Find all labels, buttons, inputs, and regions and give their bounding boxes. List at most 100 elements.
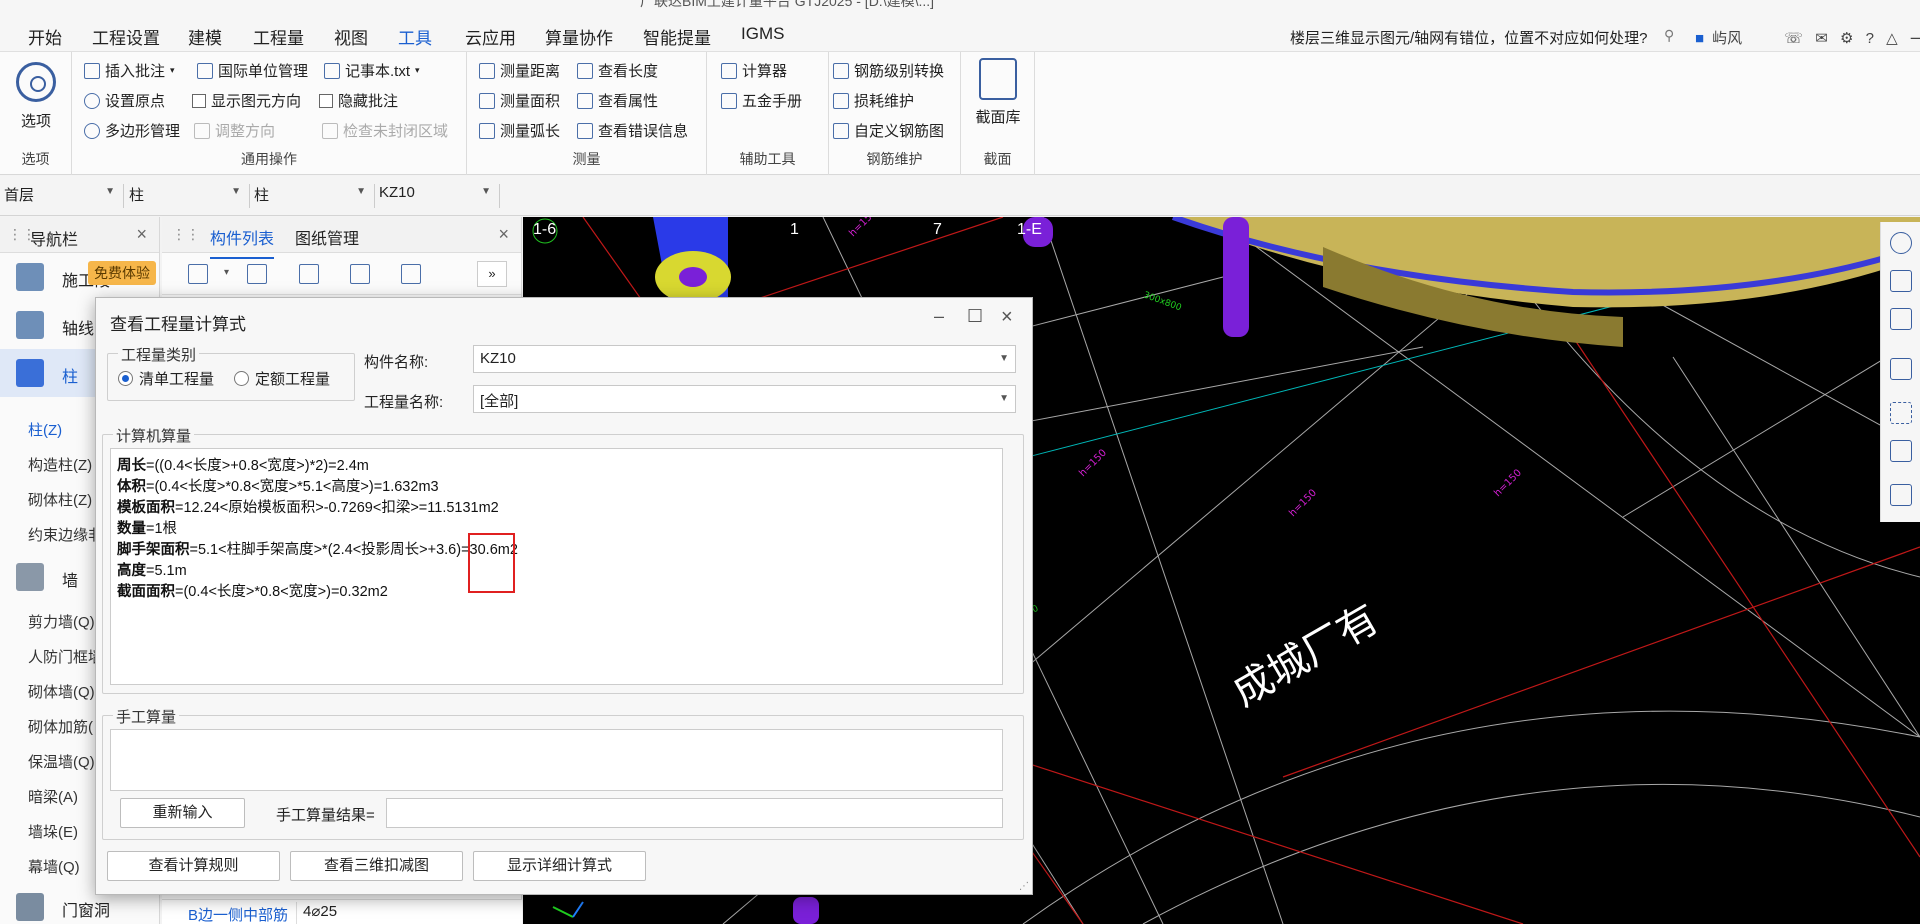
component-name-select[interactable]: KZ10 ▼ [473,345,1016,373]
radio-list-qty[interactable]: 清单工程量 [118,368,214,389]
filter-icon[interactable] [1890,484,1912,506]
view-3d-deduction-button[interactable]: 查看三维扣减图 [290,851,463,881]
type-select-2-value: 柱 [254,187,270,204]
menu-igms[interactable]: IGMS [741,24,784,44]
tab-drawing-management[interactable]: 图纸管理 [295,225,359,249]
drag-handle-icon[interactable]: ⋮⋮ [172,226,200,243]
more-tools-button[interactable]: » [477,261,507,287]
free-trial-badge[interactable]: 免费体验 [88,261,156,285]
help-search-input[interactable]: 楼层三维显示图元/轴网有错位，位置不对应如何处理? ⚲ [1290,27,1690,51]
calculator-button[interactable]: 计算器 [721,60,787,81]
delete-icon[interactable] [299,264,319,284]
nav-item-wall-pier[interactable]: 墙垛(E) [28,821,78,842]
view-length-button[interactable]: 查看长度 [577,60,658,81]
shirt-icon[interactable]: △ [1886,30,1898,47]
chat-icon[interactable]: ✉ [1815,30,1828,47]
cube-view-icon[interactable] [1890,358,1912,380]
nav-item-insulation-wall[interactable]: 保温墙(Q) [28,751,95,772]
close-icon[interactable]: × [498,224,509,245]
menu-cloud[interactable]: 云应用 [465,24,516,49]
menu-tools[interactable]: 工具 [398,24,432,57]
close-icon[interactable]: × [136,224,147,245]
measure-area-button[interactable]: 测量面积 [479,90,560,111]
3d-view-icon[interactable] [1890,308,1912,330]
view-length-label: 查看长度 [598,63,659,80]
menu-view[interactable]: 视图 [334,24,368,49]
adjust-direction-button[interactable]: 调整方向 [194,120,275,141]
polygon-manager-button[interactable]: 多边形管理 [84,120,180,141]
settings-icon[interactable]: ⚙ [1840,30,1853,47]
duplicate-icon[interactable] [350,264,370,284]
manual-calc-input[interactable] [110,729,1003,791]
rebar-grade-convert-button[interactable]: 钢筋级别转换 [833,60,944,81]
hide-note-checkbox[interactable]: 隐藏批注 [319,90,398,111]
user-avatar-icon[interactable]: ■ [1695,30,1704,47]
options-button[interactable]: 选项 [8,62,64,131]
menu-start[interactable]: 开始 [28,24,62,49]
floor-select[interactable]: 首层 ▼ [0,184,124,208]
set-origin-button[interactable]: 设置原点 [84,90,165,111]
nav-item-constructional-column[interactable]: 构造柱(Z) [28,454,92,475]
menu-collab[interactable]: 算量协作 [545,24,613,49]
nav-item-masonry-reinforcement[interactable]: 砌体加筋( [28,716,93,737]
nav-item-masonry-wall[interactable]: 砌体墙(Q) [28,681,95,702]
type-select-1[interactable]: 柱 ▼ [125,184,250,208]
headset-icon[interactable]: ☏ [1784,30,1803,47]
component-select[interactable]: KZ10 ▼ [375,184,500,208]
measure-arc-button[interactable]: 测量弧长 [479,120,560,141]
resize-grip-icon[interactable]: ⋰ [1019,881,1029,892]
qty-name-select[interactable]: [全部] ▼ [473,385,1016,413]
nav-item-constraint-edge[interactable]: 约束边缘非 [28,524,103,545]
intl-units-button[interactable]: 国际单位管理 [197,60,308,81]
show-direction-checkbox[interactable]: 显示图元方向 [192,90,301,111]
menu-quantity[interactable]: 工程量 [253,24,304,49]
reinput-button[interactable]: 重新输入 [120,798,245,828]
nav-item-civil-defense-door-wall[interactable]: 人防门框墙 [28,646,103,667]
maximize-icon[interactable]: ☐ [967,306,983,327]
nav-item-column-z[interactable]: 柱(Z) [28,419,62,440]
ribbon-group-measure: 测量距离 查看长度 测量面积 查看属性 测量弧长 查看错误信息 测量 [467,52,707,175]
copy-icon[interactable] [247,264,267,284]
check-unclosed-button[interactable]: 检查未封闭区域 [322,120,448,141]
chevron-down-icon[interactable]: ▾ [224,267,229,278]
layer-copy-icon[interactable] [401,264,421,284]
custom-rebar-button[interactable]: 自定义钢筋图 [833,120,944,141]
section-library-button[interactable]: 截面库 [969,58,1027,127]
loss-maintenance-button[interactable]: 损耗维护 [833,90,914,111]
orbit-icon[interactable] [1890,232,1912,254]
view-calc-rules-button[interactable]: 查看计算规则 [107,851,280,881]
box-select-icon[interactable] [1890,440,1912,462]
nav-item-curtain-wall[interactable]: 幕墙(Q) [28,856,80,877]
menu-modeling[interactable]: 建模 [188,24,222,49]
property-row[interactable]: B边一侧中部筋 4⌀25 [162,899,522,924]
view-properties-button[interactable]: 查看属性 [577,90,658,111]
nav-item-shear-wall[interactable]: 剪力墙(Q) [28,611,95,632]
search-icon[interactable]: ⚲ [1664,27,1674,44]
user-name[interactable]: 屿风 [1712,30,1742,47]
minimize-icon[interactable]: – [934,306,944,327]
view-errors-button[interactable]: 查看错误信息 [577,120,688,141]
measure-distance-button[interactable]: 测量距离 [479,60,560,81]
notepad-button[interactable]: 记事本.txt ▾ [324,60,420,81]
menu-smart-extract[interactable]: 智能提量 [643,24,711,49]
menu-project-settings[interactable]: 工程设置 [92,24,160,49]
computer-calc-text[interactable]: 周长=((0.4<长度>+0.8<宽度>)*2)=2.4m 体积=(0.4<长度… [110,448,1003,685]
2d-view-icon[interactable] [1890,270,1912,292]
manual-result-field[interactable] [386,798,1003,828]
new-component-icon[interactable] [188,264,208,284]
radio-quota-qty[interactable]: 定额工程量 [234,368,330,389]
tab-component-list[interactable]: 构件列表 [210,225,275,259]
nav-item-masonry-column[interactable]: 砌体柱(Z) [28,489,92,510]
help-icon[interactable]: ? [1866,30,1874,47]
pin-icon[interactable]: ⟶ [1910,30,1920,47]
close-icon[interactable]: × [1001,306,1013,329]
show-detail-formula-button[interactable]: 显示详细计算式 [473,851,646,881]
insert-note-button[interactable]: 插入批注 ▾ [84,60,175,81]
type-select-2[interactable]: 柱 ▼ [250,184,375,208]
property-value[interactable]: 4⌀25 [296,902,337,924]
nav-item-hidden-beam[interactable]: 暗梁(A) [28,786,78,807]
fullscreen-icon[interactable] [1890,402,1912,424]
hardware-manual-button[interactable]: 五金手册 [721,90,802,111]
gear-icon [16,62,56,102]
chevron-down-icon: ▼ [999,393,1009,404]
